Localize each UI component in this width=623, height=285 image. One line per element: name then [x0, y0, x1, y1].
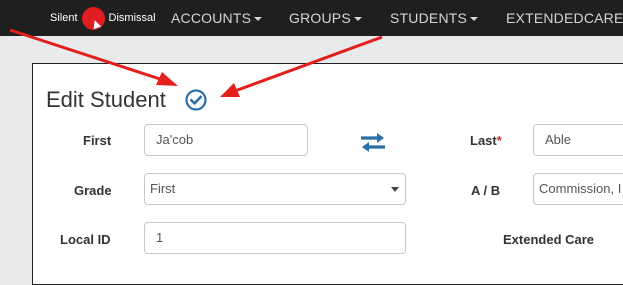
nav-accounts[interactable]: ACCOUNTS: [171, 0, 263, 36]
ab-select-value: Commission, I: [539, 181, 622, 196]
local-id-input[interactable]: 1: [144, 222, 406, 254]
grade-select[interactable]: First: [144, 173, 406, 205]
nav-groups[interactable]: GROUPS: [289, 0, 362, 36]
ab-select[interactable]: Commission, I: [533, 173, 623, 205]
caret-down-icon: [470, 17, 479, 22]
nav-extendedcare[interactable]: EXTENDEDCARE: [506, 0, 623, 36]
swap-arrows-icon[interactable]: [359, 131, 387, 153]
grade-label: Grade: [74, 183, 112, 198]
brand-text-right: Dismissal: [108, 12, 156, 24]
top-navbar: Silent Dismissal ACCOUNTS GROUPS STUDENT…: [0, 0, 623, 36]
extended-care-label: Extended Care: [503, 232, 595, 247]
nav-extendedcare-label: EXTENDEDCARE: [506, 10, 623, 26]
last-name-label: Last*: [470, 133, 502, 148]
last-name-label-text: Last: [470, 133, 497, 148]
ab-label: A / B: [471, 183, 501, 198]
brand-text-left: Silent: [50, 12, 78, 24]
nav-students-label: STUDENTS: [390, 10, 468, 26]
required-mark: *: [496, 133, 502, 148]
brand-dot-icon: [81, 6, 105, 30]
last-name-input[interactable]: Able: [533, 124, 623, 156]
caret-down-icon: [353, 17, 362, 22]
first-name-label: First: [83, 133, 112, 148]
check-circle-icon: [185, 89, 207, 111]
local-id-label: Local ID: [60, 232, 111, 247]
caret-down-icon: [254, 17, 263, 22]
grade-select-value: First: [150, 181, 176, 196]
first-name-input[interactable]: Ja'cob: [144, 124, 308, 156]
nav-groups-label: GROUPS: [289, 10, 351, 26]
page-title: Edit Student: [46, 87, 166, 112]
brand-logo[interactable]: Silent Dismissal: [50, 0, 156, 36]
nav-accounts-label: ACCOUNTS: [171, 10, 252, 26]
chevron-down-icon: [391, 187, 399, 192]
nav-students[interactable]: STUDENTS: [390, 0, 479, 36]
